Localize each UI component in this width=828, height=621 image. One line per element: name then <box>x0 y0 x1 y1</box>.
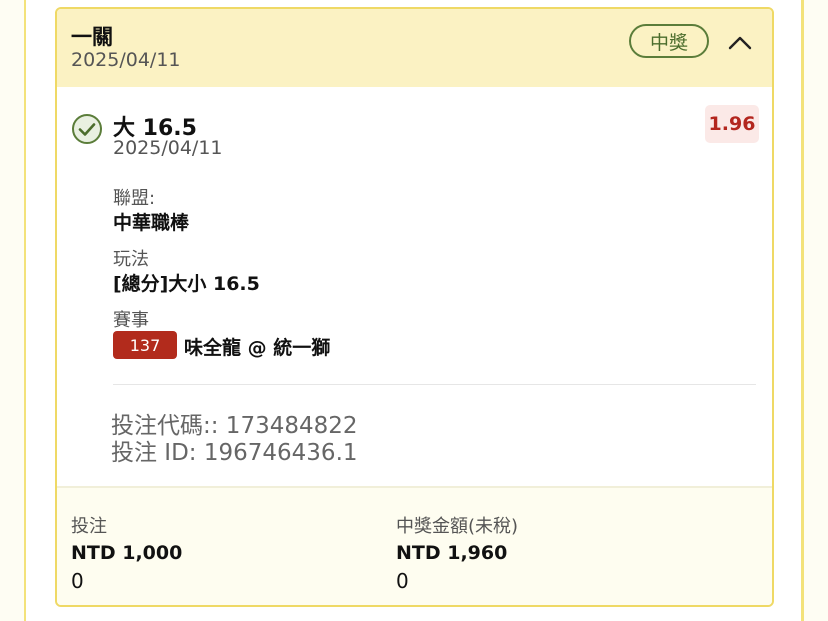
stake-sub-value: 0 <box>71 569 84 593</box>
check-circle-icon <box>72 114 102 144</box>
bet-card-header[interactable]: 一關 2025/04/11 中獎 <box>57 9 772 87</box>
frame-right-border <box>801 0 804 621</box>
stake-label: 投注 <box>71 516 107 537</box>
bet-card: 一關 2025/04/11 中獎 大 16.5 2025/04/11 1.96 … <box>55 7 774 607</box>
play-value: [總分]大小 16.5 <box>113 273 260 295</box>
chevron-up-icon[interactable] <box>725 27 755 57</box>
payout-sub-value: 0 <box>396 569 409 593</box>
league-value: 中華職棒 <box>113 212 190 234</box>
bet-type-title: 一關 <box>71 25 113 49</box>
event-label: 賽事 <box>113 310 149 331</box>
event-number-badge: 137 <box>113 331 177 359</box>
divider <box>113 384 756 385</box>
odds-badge: 1.96 <box>705 105 759 143</box>
payout-value: NTD 1,960 <box>396 542 508 564</box>
play-label: 玩法 <box>113 249 149 270</box>
bet-date: 2025/04/11 <box>71 49 181 71</box>
selection-date: 2025/04/11 <box>113 137 223 159</box>
event-name: 味全龍 @ 統一獅 <box>184 337 331 359</box>
stake-value: NTD 1,000 <box>71 542 183 564</box>
bet-id: 投注 ID: 196746436.1 <box>111 440 358 466</box>
payout-label: 中獎金額(未稅) <box>396 516 519 537</box>
league-label: 聯盟: <box>113 188 156 209</box>
status-badge: 中獎 <box>629 24 709 58</box>
